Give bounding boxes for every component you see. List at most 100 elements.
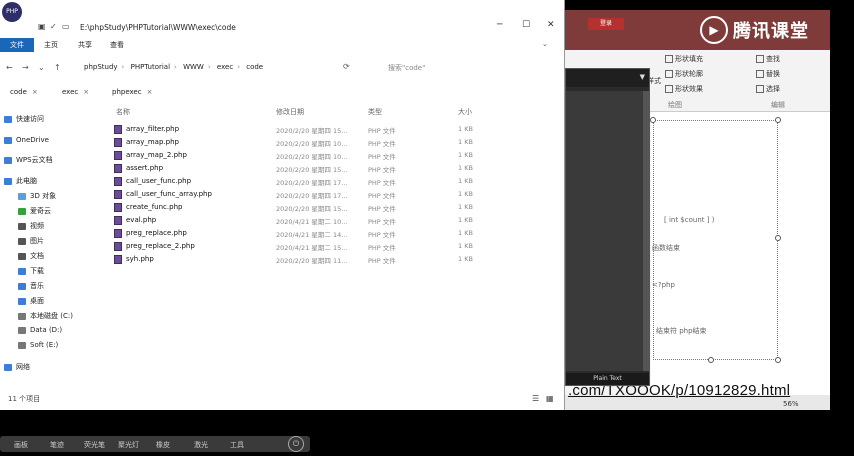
sidebar-item-pictures[interactable]: 图片	[18, 236, 44, 246]
menu-home[interactable]: 主页	[44, 40, 58, 50]
breadcrumb-item[interactable]: PHPTutorial	[131, 63, 170, 71]
cloud-icon	[4, 156, 12, 164]
slide-text-line: 结束符 php结束	[656, 327, 707, 335]
column-header-date[interactable]: 修改日期	[276, 107, 304, 117]
select-button[interactable]: 选择	[756, 84, 780, 94]
resize-handle[interactable]	[775, 357, 781, 363]
sidebar-item-network[interactable]: 网络	[4, 362, 30, 372]
editor-syntax-mode[interactable]: Plain Text	[566, 373, 649, 385]
file-row[interactable]: preg_replace_2.php 2020/4/21 星期二 15... PHP…	[108, 240, 488, 253]
sidebar-item-music[interactable]: 音乐	[18, 281, 44, 291]
menu-view[interactable]: 查看	[110, 40, 124, 50]
menu-share[interactable]: 共享	[78, 40, 92, 50]
column-header-size[interactable]: 大小	[458, 107, 472, 117]
file-row[interactable]: assert.php 2020/2/20 星期四 15... PHP 文件 1 KB	[108, 162, 488, 175]
sidebar-item-drive-e[interactable]: Soft (E:)	[18, 341, 58, 349]
breadcrumb-item[interactable]: phpStudy	[84, 63, 118, 71]
php-file-icon	[114, 164, 122, 173]
shape-effect-button[interactable]: 形状效果	[665, 84, 703, 94]
maximize-icon[interactable]: ☐	[522, 20, 530, 30]
quick-tab[interactable]: exec ×	[62, 88, 89, 96]
tiles-view-icon[interactable]: ▦	[546, 394, 554, 403]
php-file-icon	[114, 177, 122, 186]
power-icon[interactable]: ⏻	[288, 436, 304, 452]
login-button[interactable]: 登录	[588, 18, 624, 30]
slide-textbox[interactable]: [ int $count ] ) 函数结束 <?php 结束符 php结束	[650, 117, 781, 363]
expand-ribbon-icon[interactable]: ⌄	[542, 40, 548, 48]
resize-handle[interactable]	[650, 117, 656, 123]
file-row[interactable]: array_map.php 2020/2/20 星期四 10... PHP 文件 1 …	[108, 136, 488, 149]
sidebar-item-desktop[interactable]: 桌面	[18, 296, 44, 306]
breadcrumb-separator-icon: ›	[121, 63, 125, 71]
sidebar-item-drive-d[interactable]: Data (D:)	[18, 326, 62, 334]
file-row[interactable]: array_filter.php 2020/2/20 星期四 15... PHP 文…	[108, 123, 488, 136]
details-view-icon[interactable]: ☰	[532, 394, 539, 403]
sidebar-item-wps-cloud[interactable]: WPS云文档	[4, 155, 53, 165]
find-button[interactable]: 查找	[756, 54, 780, 64]
dock-item-tools[interactable]: 工具	[230, 440, 244, 450]
file-row[interactable]: syh.php 2020/2/20 星期四 11... PHP 文件 1 KB	[108, 253, 488, 266]
file-size: 1 KB	[458, 242, 473, 250]
file-name: preg_replace_2.php	[126, 242, 195, 250]
column-header-type[interactable]: 类型	[368, 107, 382, 117]
breadcrumb-item[interactable]: WWW	[183, 63, 204, 71]
search-input[interactable]: 搜索"code"	[388, 63, 425, 73]
back-icon[interactable]: ←	[6, 63, 13, 72]
zoom-level[interactable]: 56%	[783, 400, 799, 408]
refresh-icon[interactable]: ⟳	[343, 62, 350, 71]
dock-item-board[interactable]: 画板	[14, 440, 28, 450]
new-folder-icon[interactable]: ▭	[62, 22, 70, 31]
dock-item-pen[interactable]: 笔迹	[50, 440, 64, 450]
file-size: 1 KB	[458, 177, 473, 185]
sidebar-item-3d-objects[interactable]: 3D 对象	[18, 191, 56, 201]
file-row[interactable]: call_user_func_array.php 2020/2/20 星期四 17…	[108, 188, 488, 201]
up-icon[interactable]: ↑	[54, 63, 61, 72]
sidebar-item-drive-c[interactable]: 本地磁盘 (C:)	[18, 311, 73, 321]
recent-dropdown-icon[interactable]: ⌄	[38, 63, 45, 72]
php-file-icon	[114, 242, 122, 251]
sidebar-item-videos[interactable]: 视频	[18, 221, 44, 231]
dock-item-eraser[interactable]: 橡皮	[156, 440, 170, 450]
close-icon[interactable]: ✕	[547, 20, 555, 30]
breadcrumb-item[interactable]: code	[246, 63, 263, 71]
editor-scrollbar[interactable]	[643, 91, 649, 371]
dock-item-highlighter[interactable]: 荧光笔	[84, 440, 105, 450]
breadcrumb-item[interactable]: exec	[217, 63, 233, 71]
file-row[interactable]: call_user_func.php 2020/2/20 星期四 17... PHP…	[108, 175, 488, 188]
column-header-name[interactable]: 名称	[116, 107, 130, 117]
quick-tab[interactable]: phpexec ×	[112, 88, 152, 96]
sidebar-item-documents[interactable]: 文档	[18, 251, 44, 261]
close-tab-icon[interactable]: ×	[32, 88, 38, 96]
forward-icon[interactable]: →	[22, 63, 29, 72]
quick-tab[interactable]: code ×	[10, 88, 38, 96]
replace-button[interactable]: 替换	[756, 69, 780, 79]
sidebar-item-iqiyi-cloud[interactable]: 爱奇云	[18, 206, 51, 216]
php-file-icon	[114, 125, 122, 134]
checkmark-icon[interactable]: ✓	[50, 22, 57, 31]
sidebar-item-downloads[interactable]: 下载	[18, 266, 44, 276]
file-row[interactable]: array_map_2.php 2020/2/20 星期四 10... PHP 文件…	[108, 149, 488, 162]
dock-item-spotlight[interactable]: 聚光灯	[118, 440, 139, 450]
close-tab-icon[interactable]: ×	[147, 88, 153, 96]
close-tab-icon[interactable]: ×	[83, 88, 89, 96]
dock-item-laser[interactable]: 激光	[194, 440, 208, 450]
breadcrumb[interactable]: phpStudy › PHPTutorial › WWW › exec › code	[84, 63, 267, 71]
sidebar-item-quick-access[interactable]: 快速访问	[4, 114, 44, 124]
resize-handle[interactable]	[775, 117, 781, 123]
sidebar-item-this-pc[interactable]: 此电脑	[4, 176, 37, 186]
shape-fill-button[interactable]: 形状填充	[665, 54, 703, 64]
file-type: PHP 文件	[368, 127, 396, 135]
file-row[interactable]: create_func.php 2020/2/20 星期四 15... PHP 文件…	[108, 201, 488, 214]
dropdown-icon[interactable]: ▼	[640, 73, 645, 81]
window-title: E:\phpStudy\PHPTutorial\WWW\exec\code	[80, 23, 236, 32]
editor-body[interactable]	[566, 91, 644, 371]
play-icon: ▶	[700, 16, 728, 44]
file-row[interactable]: eval.php 2020/4/21 星期二 10... PHP 文件 1 KB	[108, 214, 488, 227]
minimize-icon[interactable]: ─	[497, 20, 502, 30]
shape-outline-button[interactable]: 形状轮廓	[665, 69, 703, 79]
resize-handle[interactable]	[708, 357, 714, 363]
sidebar-item-onedrive[interactable]: OneDrive	[4, 136, 49, 144]
file-row[interactable]: preg_replace.php 2020/4/21 星期二 14... PHP 文…	[108, 227, 488, 240]
resize-handle[interactable]	[775, 235, 781, 241]
menu-file[interactable]: 文件	[0, 38, 34, 52]
